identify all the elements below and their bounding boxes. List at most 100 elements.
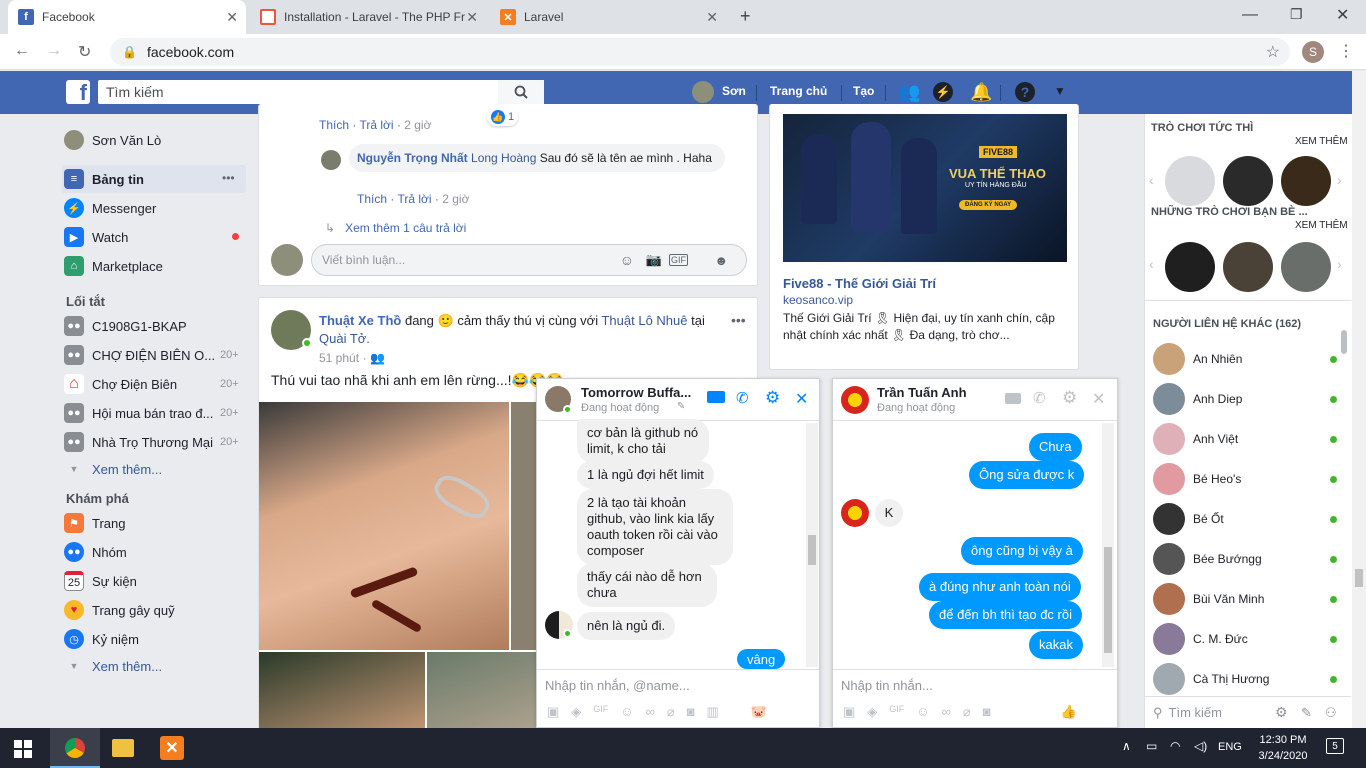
gif-icon[interactable]: GIF bbox=[593, 704, 608, 720]
see-more-friends-games-link[interactable]: XEM THÊM bbox=[1295, 220, 1348, 231]
close-tab-icon[interactable]: ✕ bbox=[466, 9, 478, 26]
create-link[interactable]: Tạo bbox=[853, 84, 874, 98]
contact-item[interactable]: Bée Bướngg bbox=[1153, 543, 1343, 575]
notifications-bell-icon[interactable]: 🔔 bbox=[970, 82, 992, 103]
more-replies-link[interactable]: ↳ Xem thêm 1 câu trả lời bbox=[325, 221, 466, 235]
reply-link[interactable]: Trả lời bbox=[359, 118, 393, 132]
explore-item-fundraisers[interactable]: ♥ Trang gây quỹ bbox=[64, 597, 175, 623]
minimize-icon[interactable]: — bbox=[1242, 6, 1258, 24]
scrollbar-thumb[interactable] bbox=[808, 535, 816, 565]
chevron-left-icon[interactable]: ‹ bbox=[1149, 256, 1154, 272]
shortcut-item[interactable]: ●● C1908G1-BKAP bbox=[64, 313, 187, 339]
close-tab-icon[interactable]: ✕ bbox=[226, 9, 238, 26]
reload-icon[interactable]: ↻ bbox=[78, 42, 91, 62]
shortcut-item[interactable]: ●● Nhà Trọ Thương Mại 20+ bbox=[64, 429, 239, 455]
facebook-logo[interactable]: f bbox=[66, 80, 90, 104]
url-field[interactable]: 🔒 facebook.com ☆ bbox=[110, 38, 1290, 66]
gif-icon[interactable]: GIF bbox=[889, 704, 904, 720]
sidebar-item-watch[interactable]: ▶ Watch bbox=[64, 224, 128, 250]
tray-chevron-up-icon[interactable]: ∧ bbox=[1122, 739, 1131, 753]
video-call-icon[interactable] bbox=[707, 391, 725, 403]
contact-item[interactable]: Bùi Văn Minh bbox=[1153, 583, 1343, 615]
bookmark-star-icon[interactable]: ☆ bbox=[1266, 42, 1280, 62]
photo-icon[interactable]: ▣ bbox=[843, 704, 855, 720]
forward-arrow-icon[interactable]: → bbox=[46, 42, 62, 60]
friend-requests-icon[interactable]: 👥 bbox=[898, 82, 920, 103]
author-link[interactable]: Thuật Xe Thồ bbox=[319, 313, 401, 328]
profile-avatar[interactable]: S bbox=[1302, 41, 1324, 63]
game-thumbnail[interactable] bbox=[1281, 156, 1331, 206]
compose-icon[interactable]: ✎ bbox=[1301, 705, 1312, 721]
messenger-icon[interactable]: ⚡ bbox=[933, 82, 953, 102]
sticker-icon[interactable]: ◈ bbox=[867, 704, 877, 720]
chevron-right-icon[interactable]: › bbox=[1337, 172, 1342, 188]
menu-kebab-icon[interactable]: ⋮ bbox=[1338, 41, 1354, 61]
profile-link[interactable]: Sơn Văn Lò bbox=[64, 127, 161, 153]
link-icon[interactable]: ∞ bbox=[646, 704, 655, 720]
group-add-icon[interactable]: ⚇ bbox=[1325, 705, 1337, 721]
search-input[interactable]: Tìm kiếm bbox=[98, 80, 544, 104]
pig-sticker-icon[interactable]: 🐷 bbox=[751, 704, 767, 720]
page-scrollbar[interactable] bbox=[1352, 71, 1366, 728]
chevron-left-icon[interactable]: ‹ bbox=[1149, 172, 1154, 188]
message-input[interactable]: Nhập tin nhắn... bbox=[841, 678, 933, 693]
close-tab-icon[interactable]: ✕ bbox=[706, 9, 718, 26]
clock[interactable]: 12:30 PM 3/24/2020 bbox=[1254, 732, 1312, 764]
xampp-icon[interactable]: ✕ bbox=[160, 736, 184, 760]
post-photo[interactable] bbox=[259, 652, 425, 738]
tab-laravel-installation[interactable]: Installation - Laravel - The PHP Fr ✕ bbox=[250, 0, 486, 34]
comment-mention-link[interactable]: Long Hoàng bbox=[471, 151, 536, 165]
shortcut-item[interactable]: ●● Hội mua bán trao đ... 20+ bbox=[64, 400, 239, 426]
chat-header[interactable]: Trần Tuấn Anh Đang hoạt động ✆ ⚙ ✕ bbox=[833, 379, 1117, 421]
post-photo-hand-leech[interactable] bbox=[259, 402, 509, 650]
explore-item-events[interactable]: 25 Sự kiện bbox=[64, 568, 137, 594]
game-thumbnail[interactable] bbox=[1165, 156, 1215, 206]
game-thumbnail[interactable] bbox=[1165, 242, 1215, 292]
wifi-icon[interactable]: ◠ bbox=[1170, 739, 1180, 753]
action-center-icon[interactable]: 5 bbox=[1326, 738, 1344, 754]
sidebar-item-marketplace[interactable]: ⌂ Marketplace bbox=[64, 253, 163, 279]
camera-icon[interactable]: 📷 bbox=[646, 252, 662, 268]
tagged-friend-link[interactable]: Thuật Lô Nhuê bbox=[601, 313, 687, 328]
chat-scrollbar[interactable] bbox=[806, 423, 818, 667]
explore-item-memories[interactable]: ◷ Kỷ niệm bbox=[64, 626, 139, 652]
scrollbar-thumb[interactable] bbox=[1104, 547, 1112, 653]
commenter-avatar[interactable] bbox=[321, 150, 341, 170]
new-tab-icon[interactable]: + bbox=[740, 6, 751, 27]
game-thumbnail[interactable] bbox=[1223, 156, 1273, 206]
like-link[interactable]: Thích bbox=[319, 118, 349, 132]
contact-name[interactable]: Tomorrow Buffa... bbox=[581, 385, 691, 400]
tab-facebook[interactable]: f Facebook ✕ bbox=[8, 0, 246, 34]
ad-register-button[interactable]: ĐĂNG KÝ NGAY bbox=[959, 200, 1018, 210]
sticker-icon[interactable]: ☻ bbox=[714, 253, 728, 268]
help-icon[interactable]: ? bbox=[1015, 82, 1035, 102]
chevron-right-icon[interactable]: › bbox=[1337, 256, 1342, 272]
explore-item-groups[interactable]: ●● Nhóm bbox=[64, 539, 127, 565]
emoji-icon[interactable]: ☺ bbox=[620, 252, 634, 268]
camera-icon[interactable]: ◙ bbox=[983, 704, 991, 720]
camera-icon[interactable]: ◙ bbox=[687, 704, 695, 720]
home-link[interactable]: Trang chủ bbox=[770, 84, 827, 98]
more-options-icon[interactable]: ••• bbox=[222, 171, 235, 185]
post-options-icon[interactable]: ••• bbox=[731, 312, 746, 328]
see-more-games-link[interactable]: XEM THÊM bbox=[1295, 136, 1348, 147]
phone-call-icon[interactable]: ✆ bbox=[1033, 389, 1046, 407]
close-chat-icon[interactable]: ✕ bbox=[1092, 389, 1105, 409]
contact-item[interactable]: Anh Việt bbox=[1153, 423, 1343, 455]
tab-laravel[interactable]: ✕ Laravel ✕ bbox=[490, 0, 726, 34]
game-thumbnail[interactable] bbox=[1281, 242, 1331, 292]
settings-gear-icon[interactable]: ⚙ bbox=[765, 388, 780, 408]
settings-gear-icon[interactable]: ⚙ bbox=[1062, 388, 1077, 408]
user-name-link[interactable]: Sơn bbox=[722, 84, 746, 98]
back-arrow-icon[interactable]: ← bbox=[14, 42, 30, 60]
user-avatar[interactable] bbox=[692, 81, 714, 103]
account-menu-chevron-down-icon[interactable]: ▼ bbox=[1054, 84, 1066, 98]
phone-call-icon[interactable]: ✆ bbox=[736, 389, 749, 407]
close-chat-icon[interactable]: ✕ bbox=[795, 389, 808, 409]
language-indicator[interactable]: ENG bbox=[1218, 741, 1242, 753]
chat-header[interactable]: Tomorrow Buffa... Đang hoạt động ✎ ✆ ⚙ ✕ bbox=[537, 379, 819, 421]
like-link[interactable]: Thích bbox=[357, 192, 387, 206]
explore-item-pages[interactable]: ⚑ Trang bbox=[64, 510, 125, 536]
emoji-icon[interactable]: ☺ bbox=[916, 704, 929, 720]
message-input[interactable]: Nhập tin nhắn, @name... bbox=[545, 678, 690, 693]
